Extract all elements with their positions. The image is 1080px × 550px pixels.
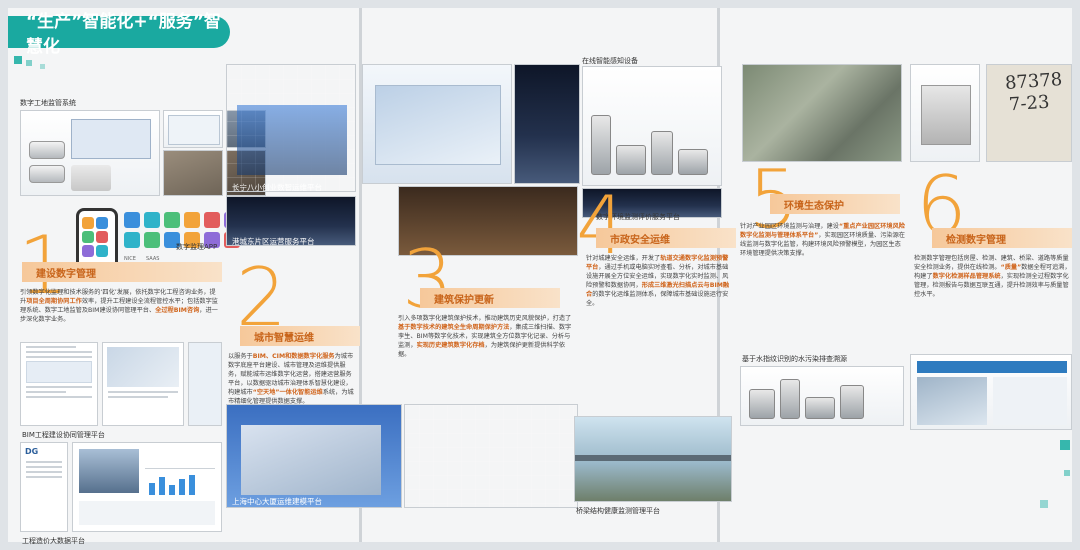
water-equipment-shot [740, 366, 904, 426]
section-band: 环境生态保护 [770, 194, 900, 214]
decor-square [40, 64, 45, 69]
section-paragraph: 针对城建安全运维，开发了轨道交通数字化监测预警平台，通过手机或电脑实时查看、分析… [586, 255, 730, 307]
cost-data-shot: DG [20, 442, 68, 532]
sensor-icon [591, 115, 611, 175]
industrial-park-aerial [742, 64, 902, 162]
bridge-shot [574, 416, 732, 502]
site-pit-photo [163, 150, 223, 196]
section-title: 城市智慧运维 [254, 332, 314, 344]
equip-caption: 在线智能感知设备 [582, 57, 638, 65]
water-platform-shot [910, 354, 1072, 430]
shanghai-tower-shot [226, 404, 402, 508]
sample-photo: 87378 7-23 [986, 64, 1072, 162]
decor-square [1060, 440, 1070, 450]
bim-platform-shot [188, 342, 222, 426]
sensor-icon [678, 149, 708, 175]
section-band: 检测数字管理 [932, 228, 1072, 248]
water-caption: 基于水指纹识别的水污染排查溯源 [742, 355, 847, 363]
shot-caption: 上海中心大厦运维建模平台 [232, 497, 322, 506]
section-title: 建筑保护更新 [434, 294, 494, 306]
changning-ops-shot [226, 64, 356, 192]
section-title: 检测数字管理 [946, 234, 1006, 246]
section-band: 城市智慧运维 [240, 326, 360, 346]
supervision-app-phone [76, 208, 118, 270]
section-title: 环境生态保护 [784, 200, 844, 212]
cost-data-shot [72, 442, 222, 532]
shot-caption: 长宁八小创业数智运维平台 [232, 183, 322, 192]
section-paragraph: 以服务于BIM、CIM和数据数字化服务为城市数字底座平台建设、城市管理及运维提供… [228, 353, 354, 405]
decor-square [1040, 500, 1048, 508]
cost-caption: 工程造价大数据平台 [22, 537, 85, 545]
structure-scan-shot [404, 404, 578, 508]
bim-platform-shot [20, 342, 98, 426]
section-band: 市政安全运维 [596, 228, 736, 248]
decor-square [1064, 470, 1070, 476]
sensor-icon [651, 131, 673, 175]
bim-platform-shot [102, 342, 184, 426]
section-band: 建筑保护更新 [420, 288, 560, 308]
mini-chart-icon [149, 475, 195, 495]
heritage-scan-shot [514, 64, 580, 184]
site-devices-shot [20, 110, 160, 196]
decor-square [26, 60, 32, 66]
sample-number: 87378 [1004, 69, 1063, 94]
section-title: 市政安全运维 [610, 234, 670, 246]
page-title: “生产”智能化+“服务”智慧化 [8, 12, 230, 57]
lab-equipment-shot [910, 64, 980, 162]
section-title: 建设数字管理 [36, 268, 96, 280]
section-paragraph: 引领数字化监理和技术服务的‘四化’发展，依托数字化工程咨询业务，提升项目全周期协… [20, 289, 218, 323]
camera-icon [29, 165, 65, 183]
bridge-caption: 桥梁结构健康监测管理平台 [576, 507, 660, 515]
site-screen-shot [163, 110, 223, 148]
digital-site-caption: 数字工地监管系统 [20, 99, 76, 107]
shot-caption: 港城东片区运营服务平台 [232, 237, 315, 246]
section-paragraph: 针对产业园区环境监测与治理，建设“重点产业园区环境风险数字化监测与管理体系平台”… [740, 223, 905, 257]
drone-icon [29, 141, 65, 159]
sample-number: 7-23 [1008, 91, 1051, 116]
city-platform-shot [362, 64, 512, 184]
section-paragraph: 引入多项数字化建筑保护技术，推动建筑历史风貌保护，打造了基于数字技术的建筑全生命… [398, 315, 572, 358]
section-band: 建设数字管理 [22, 262, 222, 282]
app-caption: 数字监理APP [176, 243, 218, 251]
section-paragraph: 检测数字管理包括房屋、检测、建筑、桥梁、道路等质量安全检测业务，提供在线检测。“… [914, 255, 1071, 298]
decor-square [14, 56, 22, 64]
section-number-3: 3 [402, 233, 453, 326]
sensor-icon [616, 145, 646, 175]
sensor-equipment-shot [582, 66, 722, 186]
bim-caption: BIM工程建设协同管理平台 [22, 431, 105, 439]
